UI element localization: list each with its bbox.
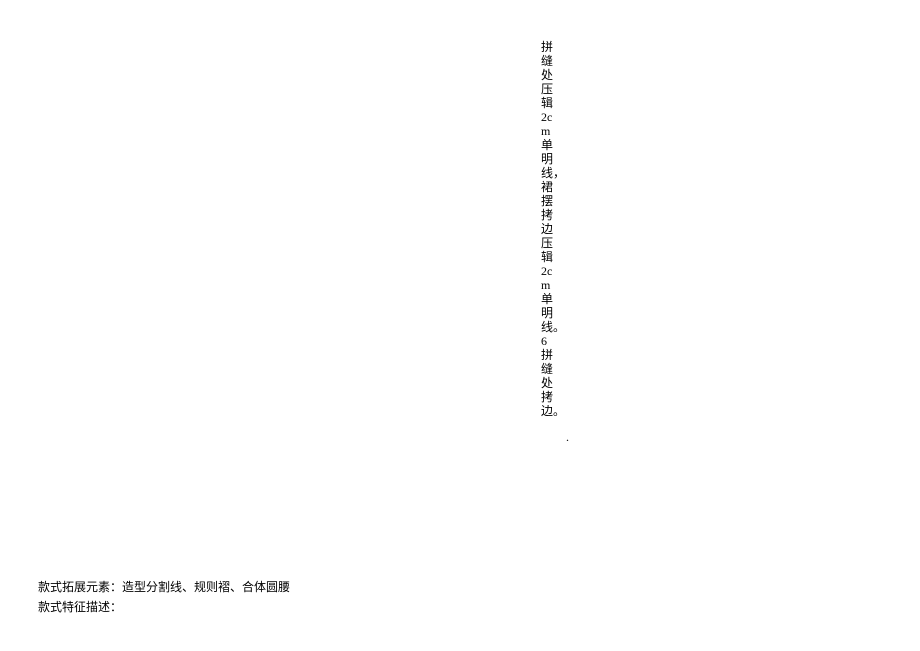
bottom-text-block: 款式拓展元素：造型分割线、规则褶、合体圆腰 款式特征描述： (38, 577, 290, 617)
style-expansion-label: 款式拓展元素： (38, 580, 122, 594)
vertical-text-column-main: 拼缝处压辑2cm单明线，裙摆拷边压辑2cm单明线。6拼缝处拷边。 (541, 40, 555, 418)
style-expansion-value: 造型分割线、规则褶、合体圆腰 (122, 580, 290, 594)
style-expansion-line: 款式拓展元素：造型分割线、规则褶、合体圆腰 (38, 577, 290, 597)
style-description-line: 款式特征描述： (38, 597, 290, 617)
style-description-label: 款式特征描述： (38, 600, 122, 614)
vertical-text-column-mark: . (566, 430, 580, 444)
